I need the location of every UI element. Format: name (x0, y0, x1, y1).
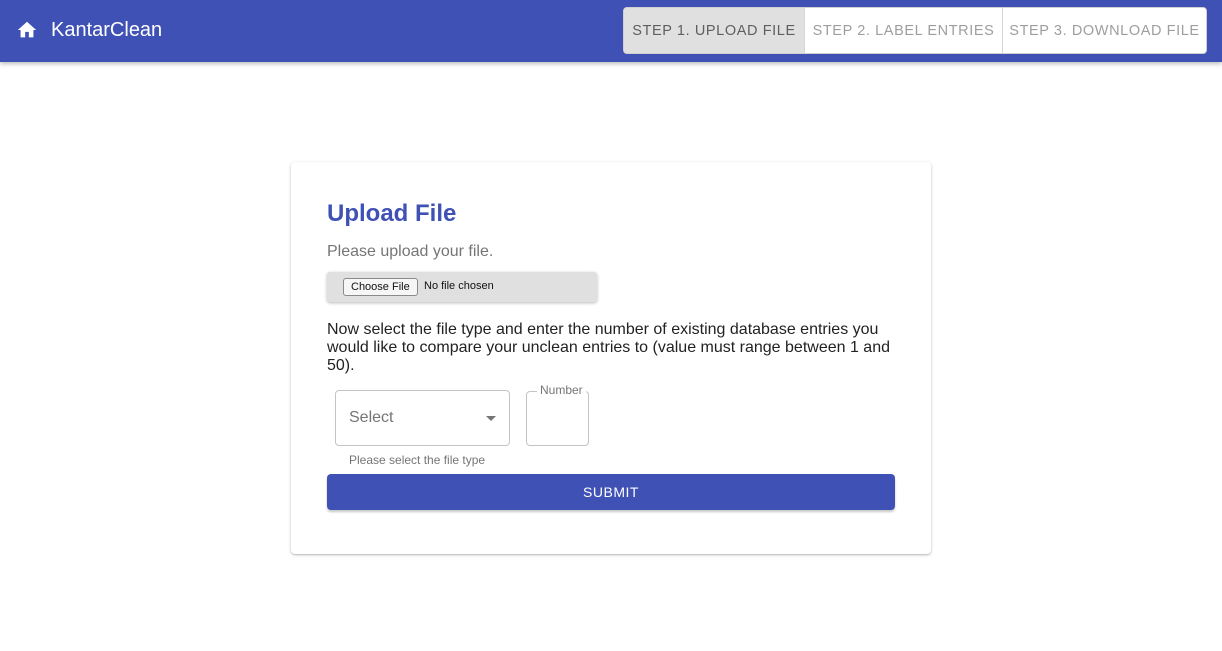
file-type-select-value: Select (349, 409, 394, 426)
file-input[interactable]: Choose File No file chosen (327, 272, 597, 302)
file-type-select[interactable]: Select (335, 390, 510, 446)
tab-step-label-entries[interactable]: STEP 2. LABEL ENTRIES (804, 8, 1002, 53)
app-bar: KantarClean STEP 1. UPLOAD FILE STEP 2. … (0, 0, 1222, 62)
upload-card: Upload File Please upload your file. Cho… (291, 162, 931, 554)
tab-step-download-file[interactable]: STEP 3. DOWNLOAD FILE (1002, 8, 1206, 53)
file-type-helper-text: Please select the file type (349, 453, 486, 467)
step-navigation: STEP 1. UPLOAD FILE STEP 2. LABEL ENTRIE… (623, 7, 1207, 54)
app-title: KantarClean (51, 19, 163, 41)
home-icon[interactable] (16, 19, 38, 41)
arrow-drop-down-icon (486, 416, 496, 421)
file-status-text: No file chosen (424, 280, 494, 292)
tab-step-upload-file[interactable]: STEP 1. UPLOAD FILE (624, 8, 804, 53)
page-title: Upload File (327, 200, 457, 227)
choose-file-button[interactable]: Choose File (343, 278, 418, 296)
submit-button[interactable]: SUBMIT (327, 474, 895, 510)
upload-prompt: Please upload your file. (327, 243, 494, 260)
number-input[interactable] (527, 392, 588, 445)
instructions-text: Now select the file type and enter the n… (327, 321, 890, 374)
